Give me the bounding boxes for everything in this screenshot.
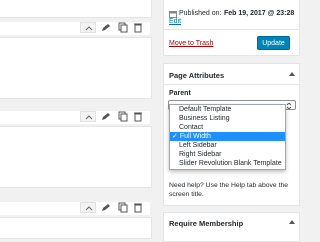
page-attributes-divider xyxy=(164,84,299,85)
editor-panel-3 xyxy=(0,126,152,188)
edit-module-button[interactable] xyxy=(97,22,113,33)
calendar-icon xyxy=(169,10,177,18)
pencil-icon xyxy=(102,113,110,120)
publish-actions-divider xyxy=(164,29,299,30)
parent-label: Parent xyxy=(169,90,191,97)
duplicate-module-button[interactable] xyxy=(114,22,130,33)
chevron-updown-icon xyxy=(286,103,292,109)
template-option[interactable]: Slider Revolution Blank Template xyxy=(170,159,285,168)
template-option[interactable]: Right Sidebar xyxy=(170,150,285,159)
move-to-trash-link[interactable]: Move to Trash xyxy=(169,40,213,47)
caret-up-icon xyxy=(289,220,295,224)
duplicate-module-button[interactable] xyxy=(114,202,130,213)
template-option[interactable]: Business Listing xyxy=(170,114,285,123)
editor-panel-2 xyxy=(0,37,152,99)
module-toolbar-1 xyxy=(0,22,150,35)
module-toolbar-2 xyxy=(0,111,150,124)
require-membership-box: Require Membership xyxy=(163,212,300,242)
copy-icon xyxy=(118,111,128,122)
editor-panel-1 xyxy=(0,0,152,18)
template-option[interactable]: Contact xyxy=(170,123,285,132)
copy-icon xyxy=(118,22,128,33)
template-option[interactable]: Left Sidebar xyxy=(170,141,285,150)
delete-module-button[interactable] xyxy=(130,22,146,33)
selected-template-label: Full Width xyxy=(179,133,211,140)
help-text-line-1: Need help? Use the Help tab above the xyxy=(169,182,289,189)
template-dropdown-list[interactable]: Default Template Business Listing Contac… xyxy=(169,104,286,170)
pencil-icon xyxy=(102,204,110,211)
edit-date-link[interactable]: Edit xyxy=(169,18,181,25)
help-text-line-2: screen title. xyxy=(169,191,204,198)
toggle-module-button[interactable] xyxy=(80,111,96,122)
caret-up-icon xyxy=(289,72,295,76)
published-on-label: Published on: xyxy=(179,10,222,17)
caret-up-icon xyxy=(85,115,93,120)
pencil-icon xyxy=(102,24,110,31)
update-button[interactable]: Update xyxy=(257,36,290,50)
collapse-toggle[interactable] xyxy=(288,218,296,226)
template-option-selected[interactable]: ✓ Full Width xyxy=(170,132,285,141)
page-attributes-title: Page Attributes xyxy=(169,71,225,80)
caret-up-icon xyxy=(85,26,93,31)
copy-icon xyxy=(118,202,128,213)
template-option[interactable]: Default Template xyxy=(170,105,285,114)
help-text: Need help? Use the Help tab above the sc… xyxy=(169,181,288,199)
require-membership-title: Require Membership xyxy=(169,219,244,228)
collapse-toggle[interactable] xyxy=(288,70,296,78)
duplicate-module-button[interactable] xyxy=(114,111,130,122)
toggle-module-button[interactable] xyxy=(80,202,96,213)
edit-module-button[interactable] xyxy=(97,111,113,122)
caret-up-icon xyxy=(85,206,93,211)
checkmark-icon: ✓ xyxy=(172,133,178,140)
publish-box: Published on: Feb 19, 2017 @ 23:28 Edit … xyxy=(163,0,300,56)
module-toolbar-3 xyxy=(0,202,150,215)
delete-module-button[interactable] xyxy=(130,111,146,122)
edit-module-button[interactable] xyxy=(97,202,113,213)
trash-icon xyxy=(134,203,142,213)
trash-icon xyxy=(134,112,142,122)
published-date: Feb 19, 2017 @ 23:28 xyxy=(224,10,295,17)
editor-panel-4 xyxy=(0,217,152,239)
toggle-module-button[interactable] xyxy=(80,22,96,33)
delete-module-button[interactable] xyxy=(130,202,146,213)
trash-icon xyxy=(134,23,142,33)
